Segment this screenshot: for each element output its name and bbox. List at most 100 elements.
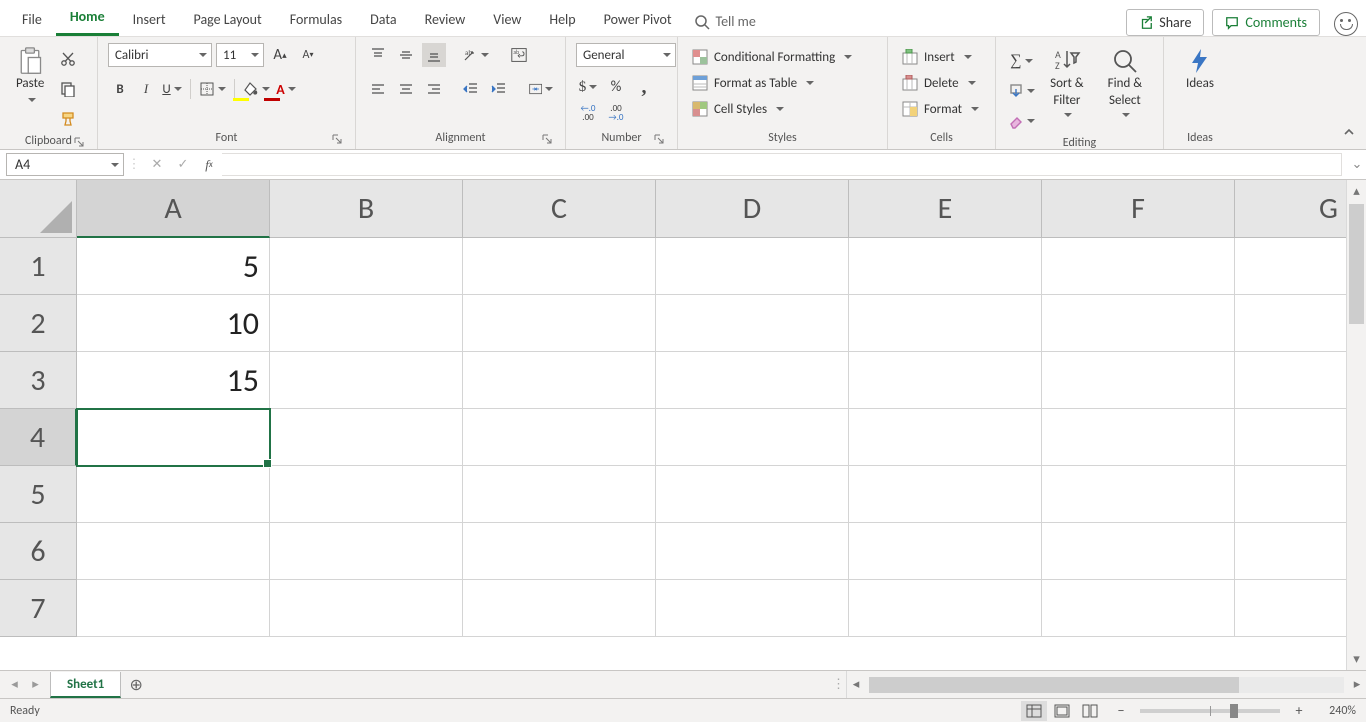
vertical-scrollbar[interactable]: ▴ ▾ (1346, 180, 1366, 670)
row-header-4[interactable]: 4 (0, 409, 77, 466)
cell-B2[interactable] (270, 295, 463, 352)
cell-B7[interactable] (270, 580, 463, 637)
row-header-3[interactable]: 3 (0, 352, 77, 409)
zoom-out-button[interactable]: − (1112, 702, 1130, 719)
italic-button[interactable]: I (134, 77, 158, 101)
sheet-tab-sheet1[interactable]: Sheet1 (50, 672, 121, 698)
align-middle-button[interactable] (394, 43, 418, 67)
alignment-launcher[interactable] (541, 133, 553, 145)
decrease-font-button[interactable]: A▾ (296, 43, 320, 67)
scroll-down-button[interactable]: ▾ (1347, 650, 1366, 668)
share-button[interactable]: Share (1126, 9, 1204, 36)
cell-D7[interactable] (656, 580, 849, 637)
cell-D1[interactable] (656, 238, 849, 295)
column-header-F[interactable]: F (1042, 180, 1235, 238)
fill-button[interactable] (1006, 79, 1037, 103)
normal-view-button[interactable] (1021, 701, 1047, 721)
cell-C4[interactable] (463, 409, 656, 466)
scroll-left-button[interactable]: ◂ (847, 677, 865, 692)
insert-function-button[interactable]: fx (196, 150, 222, 179)
copy-button[interactable] (56, 77, 80, 101)
clipboard-launcher[interactable] (73, 136, 85, 148)
format-cells-button[interactable]: Format (898, 99, 985, 119)
increase-font-button[interactable]: A▴ (268, 43, 292, 67)
cell-F1[interactable] (1042, 238, 1235, 295)
cell-B3[interactable] (270, 352, 463, 409)
orientation-button[interactable]: ab (460, 43, 491, 67)
font-size-combo[interactable]: 11 (216, 43, 264, 67)
row-header-5[interactable]: 5 (0, 466, 77, 523)
horizontal-scrollbar[interactable]: ◂ ▸ (846, 671, 1366, 698)
currency-button[interactable]: $ (576, 75, 600, 99)
cell-A2[interactable]: 10 (77, 295, 270, 352)
tab-split-handle[interactable]: ⋮ (832, 671, 846, 698)
cell-E7[interactable] (849, 580, 1042, 637)
align-left-button[interactable] (366, 77, 390, 101)
conditional-formatting-button[interactable]: Conditional Formatting (688, 47, 877, 67)
tab-page-layout[interactable]: Page Layout (180, 5, 276, 36)
align-bottom-button[interactable] (422, 43, 446, 67)
format-as-table-button[interactable]: Format as Table (688, 73, 877, 93)
scroll-right-button[interactable]: ▸ (1348, 677, 1366, 692)
expand-formula-bar-button[interactable]: ⌄ (1348, 150, 1366, 179)
ideas-button[interactable]: Ideas (1180, 43, 1220, 92)
tab-data[interactable]: Data (356, 5, 410, 36)
cell-C2[interactable] (463, 295, 656, 352)
cell-A1[interactable]: 5 (77, 238, 270, 295)
row-header-1[interactable]: 1 (0, 238, 77, 295)
align-top-button[interactable] (366, 43, 390, 67)
cell-E1[interactable] (849, 238, 1042, 295)
cell-B6[interactable] (270, 523, 463, 580)
cell-F4[interactable] (1042, 409, 1235, 466)
enter-formula-button[interactable]: ✓ (170, 150, 196, 179)
tab-formulas[interactable]: Formulas (276, 5, 356, 36)
tab-file[interactable]: File (8, 5, 56, 36)
feedback-icon[interactable] (1334, 12, 1358, 36)
cell-C5[interactable] (463, 466, 656, 523)
clear-button[interactable] (1006, 109, 1037, 133)
name-box[interactable]: A4 (6, 153, 124, 176)
font-color-button[interactable]: A (274, 77, 298, 101)
number-launcher[interactable] (653, 133, 665, 145)
column-header-E[interactable]: E (849, 180, 1042, 238)
zoom-level[interactable]: 240% (1308, 704, 1356, 718)
select-all-corner[interactable] (0, 180, 77, 238)
cell-A5[interactable] (77, 466, 270, 523)
cell-C6[interactable] (463, 523, 656, 580)
page-layout-view-button[interactable] (1049, 701, 1075, 721)
cell-E2[interactable] (849, 295, 1042, 352)
find-select-button[interactable]: Find & Select (1097, 43, 1153, 124)
column-header-A[interactable]: A (77, 180, 270, 238)
tab-view[interactable]: View (479, 5, 535, 36)
merge-button[interactable] (527, 77, 555, 101)
cell-D3[interactable] (656, 352, 849, 409)
scroll-thumb[interactable] (1349, 204, 1364, 324)
insert-cells-button[interactable]: Insert (898, 47, 985, 67)
column-header-B[interactable]: B (270, 180, 463, 238)
cell-A7[interactable] (77, 580, 270, 637)
wrap-text-button[interactable]: ab (507, 43, 531, 67)
tab-review[interactable]: Review (411, 5, 480, 36)
cell-A3[interactable]: 15 (77, 352, 270, 409)
increase-indent-button[interactable] (487, 77, 511, 101)
cell-D4[interactable] (656, 409, 849, 466)
column-header-D[interactable]: D (656, 180, 849, 238)
zoom-slider[interactable] (1140, 709, 1280, 713)
tab-help[interactable]: Help (535, 5, 589, 36)
cell-B5[interactable] (270, 466, 463, 523)
percent-button[interactable]: % (604, 75, 628, 99)
cell-F2[interactable] (1042, 295, 1235, 352)
cell-D2[interactable] (656, 295, 849, 352)
cell-D5[interactable] (656, 466, 849, 523)
row-header-7[interactable]: 7 (0, 580, 77, 637)
underline-button[interactable]: U (160, 77, 184, 101)
cell-C1[interactable] (463, 238, 656, 295)
cell-A6[interactable] (77, 523, 270, 580)
delete-cells-button[interactable]: Delete (898, 73, 985, 93)
cut-button[interactable] (56, 47, 80, 71)
cell-D6[interactable] (656, 523, 849, 580)
page-break-view-button[interactable] (1077, 701, 1103, 721)
cell-C7[interactable] (463, 580, 656, 637)
autosum-button[interactable]: ∑ (1006, 49, 1037, 73)
decrease-indent-button[interactable] (459, 77, 483, 101)
